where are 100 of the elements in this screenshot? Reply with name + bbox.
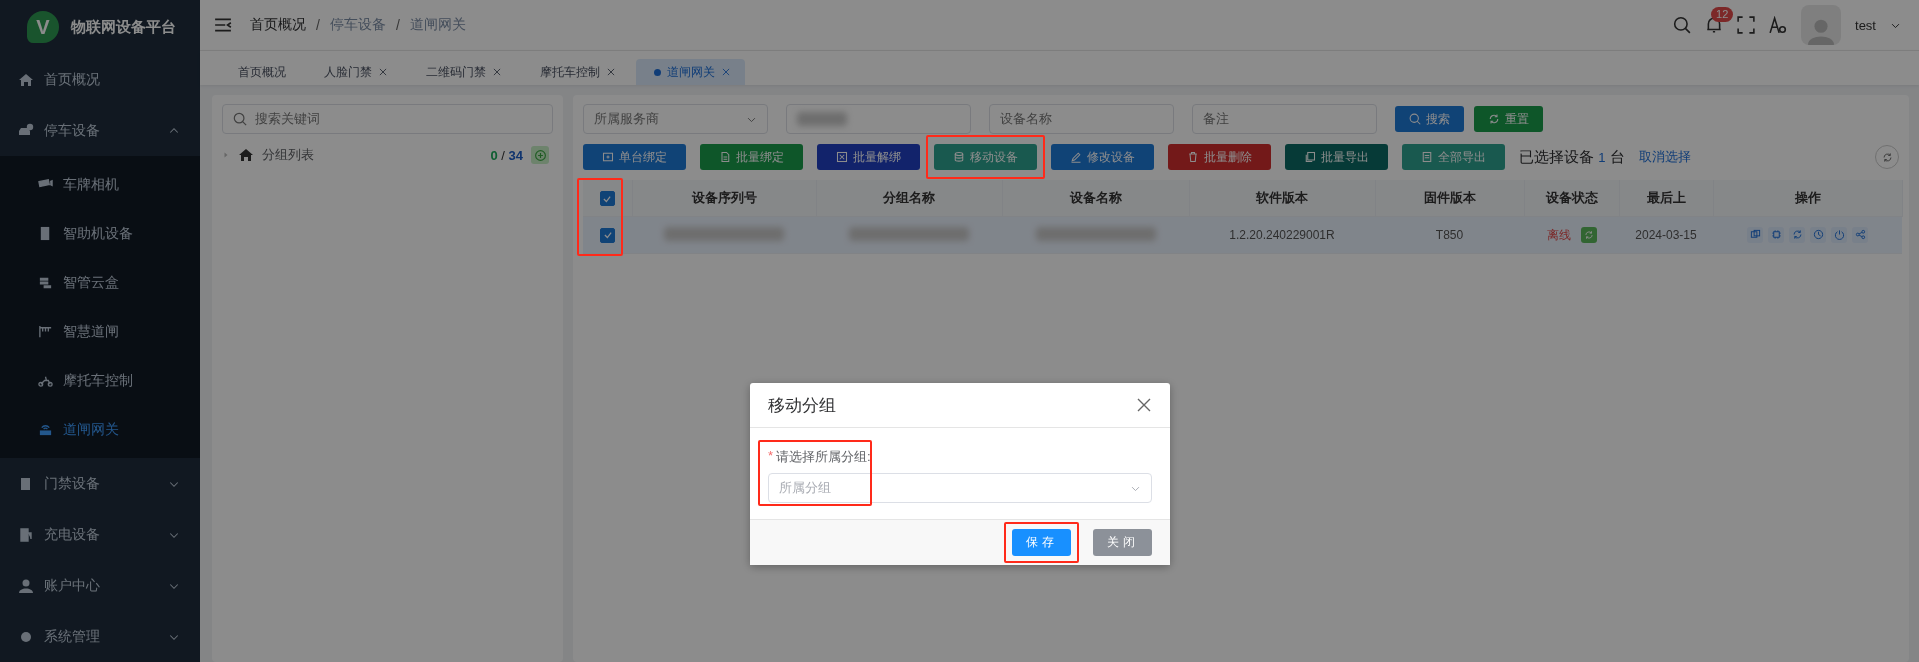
reset-button[interactable]: 重置 <box>1474 106 1543 132</box>
search-button[interactable]: 搜索 <box>1395 106 1464 132</box>
close-button[interactable] <box>1136 397 1152 413</box>
field-label: * 请选择所属分组: <box>768 448 872 466</box>
check-icon <box>602 193 613 204</box>
close-icon[interactable] <box>492 67 502 77</box>
check-icon <box>602 230 613 241</box>
column-header: 设备名称 <box>1069 190 1122 205</box>
copy-icon <box>1304 151 1316 163</box>
close-icon[interactable] <box>606 67 616 77</box>
plus-icon <box>533 148 547 162</box>
sidebar-group[interactable]: 系统管理 <box>0 611 200 662</box>
table-cell: T850 <box>1435 228 1464 242</box>
avatar[interactable] <box>1801 5 1842 45</box>
sidebar-item[interactable]: 首页概况 <box>0 54 200 106</box>
action-button[interactable]: 批量绑定 <box>700 144 803 170</box>
row-action-button[interactable] <box>1852 226 1868 243</box>
font-size-icon <box>1769 16 1788 34</box>
refresh-icon <box>1881 151 1893 163</box>
sidebar-group[interactable]: 停车设备 <box>0 105 200 157</box>
page-tab[interactable]: 二维码门禁 <box>408 59 516 85</box>
refresh-icon <box>1488 113 1500 125</box>
breadcrumb-item[interactable]: 道闸网关 <box>409 16 466 34</box>
document-icon <box>1421 151 1433 163</box>
breadcrumb-item[interactable]: 首页概况 <box>250 16 306 34</box>
add-group-button[interactable] <box>531 146 549 164</box>
sidebar-subitem[interactable]: 智管云盒 <box>0 258 200 308</box>
column-header: 最后上 <box>1646 190 1686 205</box>
input-field[interactable] <box>786 104 971 134</box>
home-icon <box>18 72 34 88</box>
row-action-button[interactable] <box>1831 226 1847 243</box>
column-header: 软件版本 <box>1256 190 1308 205</box>
row-action-button[interactable] <box>1768 226 1784 243</box>
dialog-title: 移动分组 <box>768 394 836 417</box>
page-tab[interactable]: 道闸网关 <box>636 59 745 85</box>
action-button[interactable]: 全部导出 <box>1402 144 1505 170</box>
sidebar-subitem[interactable]: 智助机设备 <box>0 209 200 259</box>
group-count: 0 / 34 <box>490 147 523 163</box>
search-field[interactable]: 搜索关键词 <box>222 104 553 134</box>
group-select[interactable]: 所属分组 <box>768 473 1152 503</box>
column-header: 设备序列号 <box>691 190 757 205</box>
sidebar-group[interactable]: 门禁设备 <box>0 458 200 510</box>
checkbox[interactable] <box>600 227 615 243</box>
table-cell: 1.2.20.240229001R <box>1229 228 1335 242</box>
clock-icon <box>1812 229 1824 241</box>
edit-icon <box>1070 151 1082 163</box>
close-icon[interactable] <box>721 67 731 77</box>
charger-icon <box>18 526 34 543</box>
document-icon <box>719 151 731 163</box>
barrier-icon <box>38 324 53 340</box>
active-dot-icon <box>654 68 661 76</box>
page-tab[interactable]: 摩托车控制 <box>522 59 630 85</box>
share-icon <box>1854 229 1866 241</box>
clear-selection-link[interactable]: 取消选择 <box>1638 148 1691 166</box>
column-header: 固件版本 <box>1423 190 1476 205</box>
close-icon[interactable] <box>378 67 388 77</box>
refresh-button[interactable] <box>1875 145 1899 169</box>
save-button[interactable]: 保存 <box>1012 529 1071 556</box>
sidebar-subitem[interactable]: 智慧道闸 <box>0 307 200 357</box>
sidebar-group[interactable]: 账户中心 <box>0 560 200 612</box>
action-button[interactable]: 批量删除 <box>1168 144 1271 170</box>
checkbox[interactable] <box>599 191 615 207</box>
input-field[interactable]: 设备名称 <box>989 104 1174 134</box>
breadcrumb-separator: / <box>316 17 320 33</box>
search-icon <box>1673 16 1692 34</box>
column-header: 分组名称 <box>883 190 935 205</box>
status-text: 离线 <box>1546 226 1571 244</box>
action-button[interactable]: 修改设备 <box>1051 144 1154 170</box>
sidebar-subitem[interactable]: 摩托车控制 <box>0 356 200 406</box>
table-cell: 2024-03-15 <box>1635 228 1697 242</box>
page-tab[interactable]: 首页概况 <box>220 59 300 85</box>
sync-icon <box>1791 229 1803 241</box>
database-icon <box>953 151 965 163</box>
notification-badge: 12 <box>1711 7 1734 22</box>
status-refresh-button[interactable] <box>1580 227 1597 243</box>
row-action-button[interactable] <box>1789 226 1805 243</box>
user-name[interactable]: test <box>1855 17 1876 33</box>
action-button[interactable]: 单台绑定 <box>583 144 686 170</box>
action-button[interactable]: 批量解绑 <box>817 144 920 170</box>
copy-icon <box>1749 229 1761 241</box>
select-field[interactable]: 所属服务商 <box>583 104 768 134</box>
power-icon <box>1833 229 1845 241</box>
row-action-button[interactable] <box>1747 226 1763 243</box>
tree-node[interactable]: 分组列表 <box>262 146 483 164</box>
page-tab[interactable]: 人脸门禁 <box>306 59 402 85</box>
action-button[interactable]: 批量导出 <box>1285 144 1388 170</box>
chip-icon <box>1770 229 1782 241</box>
action-button[interactable]: 移动设备 <box>934 144 1037 170</box>
row-action-button[interactable] <box>1810 226 1826 243</box>
breadcrumb-item[interactable]: 停车设备 <box>329 16 386 34</box>
server-icon <box>38 275 53 291</box>
close-button[interactable]: 关闭 <box>1093 529 1152 556</box>
sidebar-subitem[interactable]: 道闸网关 <box>0 405 200 455</box>
sidebar-group[interactable]: 充电设备 <box>0 509 200 561</box>
breadcrumb-separator: / <box>395 17 400 33</box>
trash-icon <box>1187 151 1199 163</box>
input-field[interactable]: 备注 <box>1192 104 1377 134</box>
router-icon <box>38 422 53 438</box>
sidebar-subitem[interactable]: 车牌相机 <box>0 160 200 210</box>
add-icon <box>602 151 614 163</box>
